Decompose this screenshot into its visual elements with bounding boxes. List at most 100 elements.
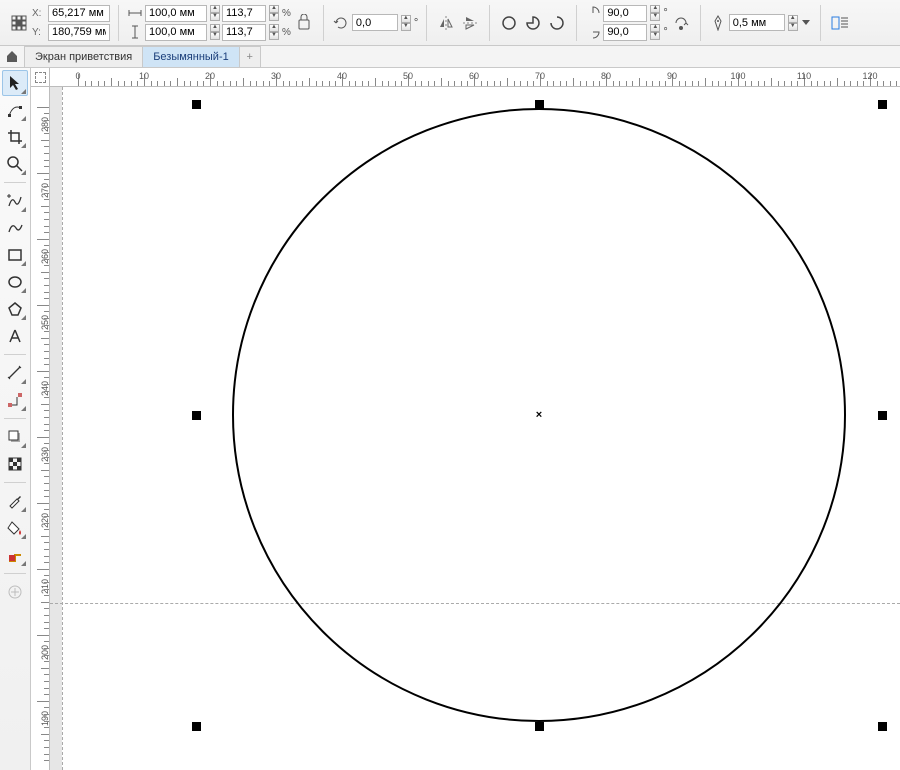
scale-y-unit: % — [282, 27, 291, 38]
width-icon — [127, 5, 143, 21]
y-label: Y: — [32, 27, 46, 38]
outline-group: ▲▼ — [705, 12, 816, 34]
shape-edit-tool[interactable] — [2, 97, 28, 123]
rectangle-tool[interactable] — [2, 242, 28, 268]
rotation-group: ▲▼ ° — [328, 14, 422, 32]
arc-start-spinner[interactable]: ▲▼ — [650, 5, 660, 21]
canvas[interactable]: × — [50, 87, 900, 770]
handle-bottom-middle[interactable] — [535, 722, 544, 731]
handle-top-middle[interactable] — [535, 100, 544, 109]
tab-label: Экран приветствия — [35, 51, 132, 63]
size-group: ▲▼ ▲▼ ▲▼ % ▲▼ % — [123, 5, 319, 41]
polygon-tool[interactable] — [2, 296, 28, 322]
tab-label: Безымянный-1 — [153, 51, 229, 63]
x-position-field[interactable] — [48, 5, 110, 22]
separator — [118, 5, 119, 41]
arc-end-icon — [585, 24, 601, 40]
arc-end-spinner[interactable]: ▲▼ — [650, 24, 660, 40]
center-mark: × — [536, 409, 542, 421]
arc-start-field[interactable] — [603, 5, 647, 22]
degree-mark: ° — [663, 26, 667, 38]
degree-mark: ° — [663, 7, 667, 19]
ruler-origin[interactable] — [31, 68, 50, 87]
property-bar: X: Y: ▲▼ ▲▼ — [0, 0, 900, 46]
arc-end-field[interactable] — [603, 24, 647, 41]
handle-top-right[interactable] — [878, 100, 887, 109]
text-wrap-button[interactable] — [829, 12, 851, 34]
outline-pen-icon — [709, 14, 727, 32]
transparency-tool[interactable] — [2, 451, 28, 477]
scale-x-field[interactable] — [222, 5, 266, 22]
separator — [700, 5, 701, 41]
arc-angles-group: ▲▼ ° ▲▼ ° — [581, 5, 695, 41]
toolbox — [0, 68, 31, 770]
scale-y-field[interactable] — [222, 24, 266, 41]
crop-tool[interactable] — [2, 124, 28, 150]
separator — [820, 5, 821, 41]
height-field[interactable] — [145, 24, 207, 41]
origin-anchor-icon[interactable] — [8, 12, 30, 34]
degree-mark: ° — [414, 17, 418, 29]
handle-bottom-left[interactable] — [192, 722, 201, 731]
height-icon — [127, 24, 143, 40]
artistic-media-tool[interactable] — [2, 215, 28, 241]
mirror-group — [431, 12, 485, 34]
ellipse-type-group — [494, 12, 572, 34]
vertical-ruler[interactable]: 280270260250240230220210200190 — [31, 87, 50, 770]
arc-direction-button[interactable] — [670, 12, 692, 34]
height-spinner[interactable]: ▲▼ — [210, 24, 220, 40]
page-shadow — [50, 87, 62, 770]
options-button[interactable] — [2, 579, 28, 605]
fill-tool[interactable] — [2, 515, 28, 541]
separator — [426, 5, 427, 41]
page-edge-guide — [62, 87, 63, 770]
ellipse-pie-button[interactable] — [522, 12, 544, 34]
position-group: X: Y: — [4, 5, 114, 41]
zoom-tool[interactable] — [2, 151, 28, 177]
outline-dropdown-button[interactable] — [800, 12, 812, 34]
smart-fill-tool[interactable] — [2, 542, 28, 568]
x-label: X: — [32, 8, 46, 19]
text-tool[interactable] — [2, 323, 28, 349]
ellipse-arc-button[interactable] — [546, 12, 568, 34]
main-area: 0102030405060708090100110120 28027026025… — [0, 68, 900, 770]
drop-shadow-tool[interactable] — [2, 424, 28, 450]
outline-width-spinner[interactable]: ▲▼ — [788, 15, 798, 31]
separator — [576, 5, 577, 41]
eyedropper-tool[interactable] — [2, 488, 28, 514]
pick-tool[interactable] — [2, 70, 28, 96]
separator — [489, 5, 490, 41]
ellipse-full-button[interactable] — [498, 12, 520, 34]
home-tab-button[interactable] — [0, 45, 24, 67]
horizontal-ruler[interactable]: 0102030405060708090100110120 — [50, 68, 900, 87]
outline-width-field[interactable] — [729, 14, 785, 31]
wrap-group — [825, 12, 855, 34]
mirror-vertical-button[interactable] — [459, 12, 481, 34]
handle-top-left[interactable] — [192, 100, 201, 109]
add-label: + — [247, 51, 253, 63]
width-field[interactable] — [145, 5, 207, 22]
handle-middle-left[interactable] — [192, 411, 201, 420]
separator — [323, 5, 324, 41]
handle-middle-right[interactable] — [878, 411, 887, 420]
tab-welcome[interactable]: Экран приветствия — [24, 46, 143, 67]
y-position-field[interactable] — [48, 24, 110, 41]
width-spinner[interactable]: ▲▼ — [210, 5, 220, 21]
lock-ratio-button[interactable] — [293, 12, 315, 34]
work-area: 0102030405060708090100110120 28027026025… — [31, 68, 900, 770]
tab-document[interactable]: Безымянный-1 — [142, 46, 240, 67]
mirror-horizontal-button[interactable] — [435, 12, 457, 34]
scale-y-spinner[interactable]: ▲▼ — [269, 24, 279, 40]
rotation-spinner[interactable]: ▲▼ — [401, 15, 411, 31]
tab-add-button[interactable]: + — [239, 46, 261, 67]
handle-bottom-right[interactable] — [878, 722, 887, 731]
rotation-icon — [332, 14, 350, 32]
arc-start-icon — [585, 5, 601, 21]
freehand-tool[interactable] — [2, 188, 28, 214]
ellipse-tool[interactable] — [2, 269, 28, 295]
rotation-field[interactable] — [352, 14, 398, 31]
scale-x-spinner[interactable]: ▲▼ — [269, 5, 279, 21]
connector-tool[interactable] — [2, 387, 28, 413]
dimension-tool[interactable] — [2, 360, 28, 386]
scale-x-unit: % — [282, 8, 291, 19]
